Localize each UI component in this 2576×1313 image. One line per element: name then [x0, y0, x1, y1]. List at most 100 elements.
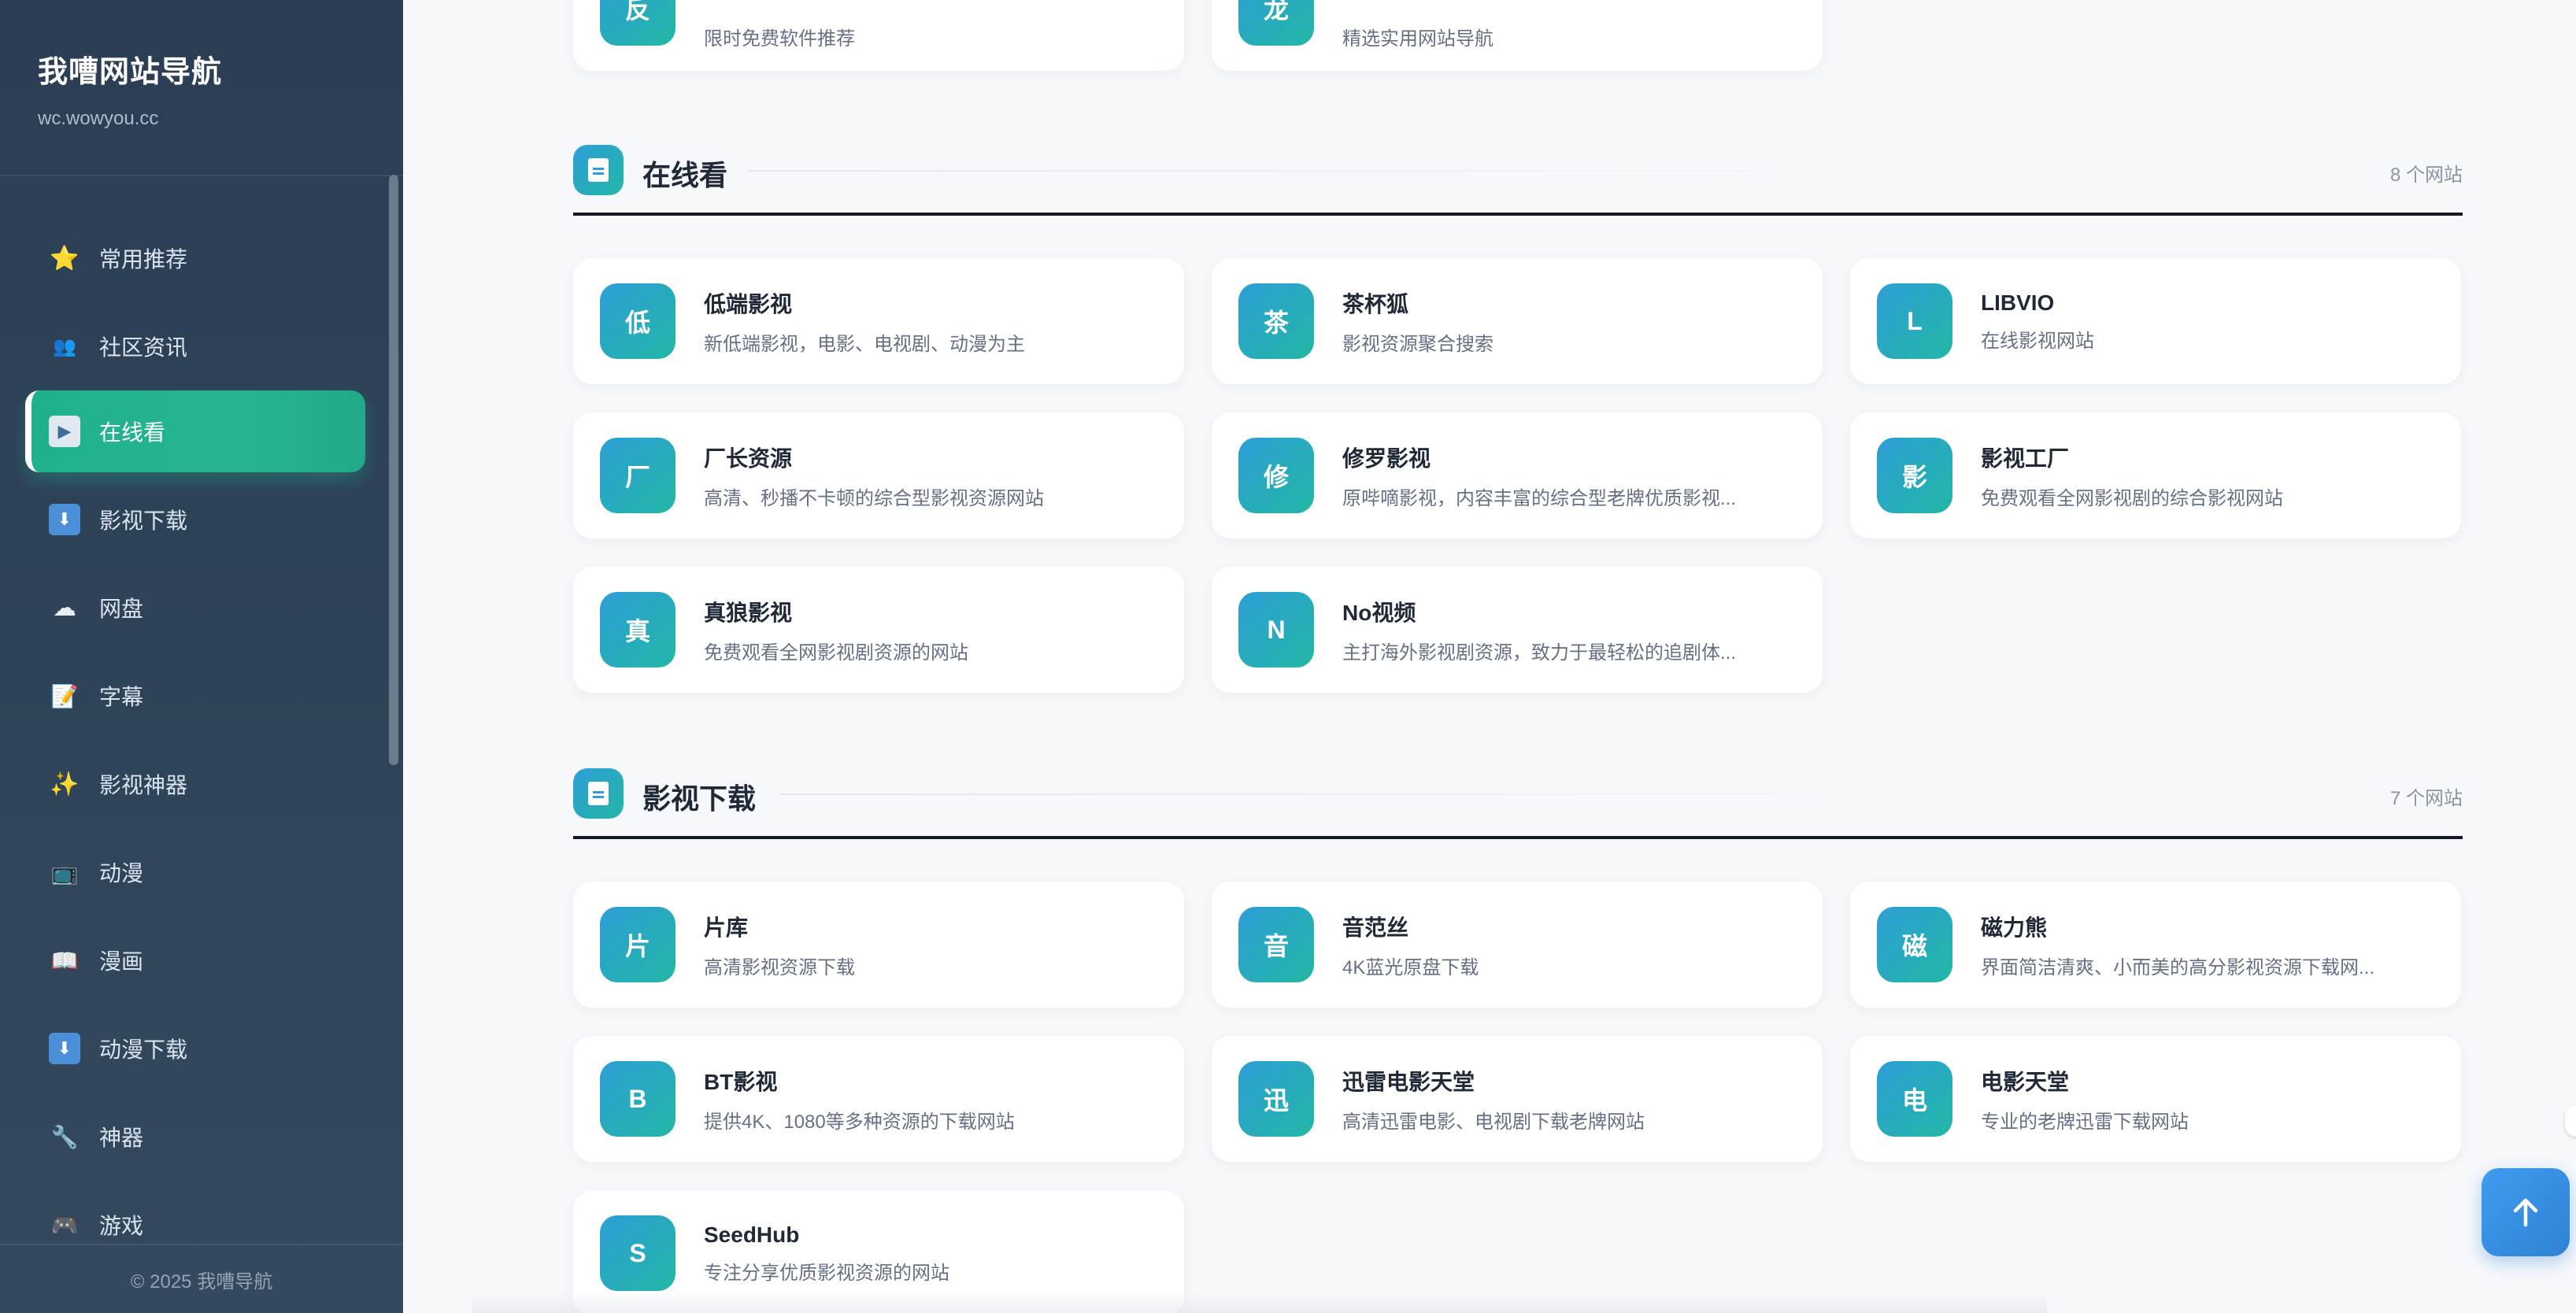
page-icon	[573, 768, 624, 819]
site-desc: 界面简洁清爽、小而美的高分影视资源下载网...	[1981, 956, 2375, 978]
scroll-fade	[472, 1291, 2047, 1313]
site-title: 迅雷电影天堂	[1342, 1069, 1475, 1094]
section-title: 影视下载	[642, 782, 757, 815]
back-to-top-button[interactable]	[2482, 1168, 2570, 1256]
site-card[interactable]: 磁 磁力熊 界面简洁清爽、小而美的高分影视资源下载网...	[1850, 882, 2461, 1008]
site-title: No视频	[1342, 600, 1416, 625]
sidebar: 我嘈网站导航 wc.wowyou.cc ⭐ 常用推荐 👥 社区资讯 ▶ 在线看 …	[0, 0, 403, 1313]
site-title: 修罗影视	[1342, 446, 1431, 471]
site-title[interactable]: 我嘈网站导航	[38, 47, 365, 91]
site-avatar: 片	[600, 907, 675, 982]
section-underline	[573, 213, 2463, 216]
gamepad-icon: 🎮	[50, 1212, 79, 1237]
site-desc: 免费观看全网影视剧的综合影视网站	[1981, 487, 2283, 509]
site-card[interactable]: 反 限时免费软件推荐	[573, 0, 1184, 71]
site-title: 影视工厂	[1981, 446, 2070, 471]
site-card[interactable]: 真 真狼影视 免费观看全网影视剧资源的网站	[573, 567, 1184, 693]
cloud-icon: ☁	[53, 594, 76, 621]
site-title: 厂长资源	[704, 446, 793, 471]
site-title: 低端影视	[704, 291, 793, 316]
site-card[interactable]: 茶 茶杯狐 影视资源聚合搜索	[1212, 258, 1823, 384]
site-card[interactable]: N No视频 主打海外影视剧资源，致力于最轻松的追剧体...	[1212, 567, 1823, 693]
site-title: 茶杯狐	[1342, 291, 1409, 316]
sidebar-item-label: 游戏	[99, 1214, 144, 1238]
sidebar-nav: ⭐ 常用推荐 👥 社区资讯 ▶ 在线看 ⬇ 影视下载 ☁ 网盘 📝 字幕 ✨ 影…	[0, 176, 403, 1244]
site-desc: 提供4K、1080等多种资源的下载网站	[704, 1111, 1015, 1133]
sidebar-item-subtitles[interactable]: 📝 字幕	[25, 655, 365, 737]
site-card[interactable]: 低 低端影视 新低端影视，电影、电视剧、动漫为主	[573, 258, 1184, 384]
site-desc: 4K蓝光原盘下载	[1342, 956, 1479, 978]
sidebar-item-community[interactable]: 👥 社区资讯	[25, 305, 365, 387]
site-avatar: 厂	[600, 438, 675, 513]
sidebar-item-comics[interactable]: 📖 漫画	[25, 919, 365, 1001]
section-count: 7 个网站	[2389, 788, 2463, 809]
site-desc: 高清影视资源下载	[704, 956, 855, 978]
tv-icon: 📺	[50, 860, 79, 885]
site-desc: 精选实用网站导航	[1342, 28, 1493, 50]
site-card[interactable]: B BT影视 提供4K、1080等多种资源的下载网站	[573, 1036, 1184, 1162]
site-card[interactable]: 电 电影天堂 专业的老牌迅雷下载网站	[1850, 1036, 2461, 1162]
site-title: 片库	[704, 915, 749, 940]
sidebar-item-anime[interactable]: 📺 动漫	[25, 831, 365, 913]
sidebar-item-games[interactable]: 🎮 游戏	[25, 1184, 365, 1244]
site-card[interactable]: 影 影视工厂免费观看全网影视剧的综合影视网站	[1850, 412, 2461, 538]
sparkles-icon: ✨	[50, 771, 80, 797]
download-icon: ⬇	[49, 1033, 80, 1064]
section-header-online-watch: 在线看 8 个网站	[573, 140, 2463, 203]
site-desc: 在线影视网站	[1981, 330, 2094, 352]
section-count: 8 个网站	[2389, 165, 2463, 186]
site-desc: 免费观看全网影视剧资源的网站	[704, 642, 968, 664]
site-card[interactable]: 音 音范丝 4K蓝光原盘下载	[1212, 882, 1823, 1008]
side-handle[interactable]	[2565, 1105, 2576, 1137]
site-desc: 限时免费软件推荐	[704, 28, 855, 50]
sidebar-footer: © 2025 我嘈导航	[0, 1244, 403, 1313]
sidebar-item-label: 常用推荐	[99, 247, 188, 272]
sidebar-item-movie-tools[interactable]: ✨ 影视神器	[25, 743, 365, 825]
site-desc: 新低端影视，电影、电视剧、动漫为主	[704, 333, 1025, 355]
site-desc: 高清、秒播不卡顿的综合型影视资源网站	[704, 487, 1044, 509]
sidebar-item-label: 在线看	[99, 420, 166, 445]
site-title: SeedHub	[704, 1222, 800, 1247]
sidebar-item-label: 字幕	[99, 685, 144, 709]
section-header-movie-download: 影视下载 7 个网站	[573, 764, 2463, 827]
sidebar-item-label: 动漫	[99, 861, 144, 886]
site-desc: 影视资源聚合搜索	[1342, 333, 1493, 355]
site-card[interactable]: 龙 精选实用网站导航	[1212, 0, 1823, 71]
site-title: 真狼影视	[704, 600, 793, 625]
site-card[interactable]: 修 修罗影视原哔嘀影视，内容丰富的综合型老牌优质影视...	[1212, 412, 1823, 538]
site-title: BT影视	[704, 1069, 778, 1094]
site-card[interactable]: 迅 迅雷电影天堂 高清迅雷电影、电视剧下载老牌网站	[1212, 1036, 1823, 1162]
site-avatar: L	[1877, 283, 1952, 359]
site-title: 磁力熊	[1981, 915, 2048, 940]
site-title: LIBVIO	[1981, 290, 2055, 315]
sidebar-item-netdisk[interactable]: ☁ 网盘	[25, 567, 365, 649]
site-avatar: S	[600, 1215, 675, 1291]
site-avatar: 修	[1238, 438, 1314, 513]
site-desc: 主打海外影视剧资源，致力于最轻松的追剧体...	[1342, 642, 1737, 664]
sidebar-item-movie-download[interactable]: ⬇ 影视下载	[25, 479, 365, 560]
people-icon: 👥	[53, 335, 76, 357]
sidebar-item-label: 网盘	[99, 597, 144, 621]
site-card[interactable]: 片 片库高清影视资源下载	[573, 882, 1184, 1008]
sidebar-item-recommend[interactable]: ⭐ 常用推荐	[25, 217, 365, 299]
sidebar-scrollbar[interactable]	[389, 175, 398, 765]
site-avatar: 电	[1877, 1061, 1952, 1137]
play-icon: ▶	[49, 416, 80, 447]
site-avatar: 影	[1877, 438, 1952, 513]
wrench-icon: 🔧	[50, 1124, 79, 1149]
site-title: 电影天堂	[1981, 1069, 2070, 1094]
site-card[interactable]: 厂 厂长资源高清、秒播不卡顿的综合型影视资源网站	[573, 412, 1184, 538]
sidebar-item-label: 社区资讯	[99, 335, 188, 360]
sidebar-item-tools[interactable]: 🔧 神器	[25, 1096, 365, 1178]
sidebar-item-label: 影视下载	[99, 509, 188, 533]
section-title: 在线看	[642, 159, 728, 191]
site-title: 音范丝	[1342, 915, 1409, 940]
sidebar-item-anime-download[interactable]: ⬇ 动漫下载	[25, 1008, 365, 1089]
download-icon: ⬇	[49, 504, 80, 535]
site-card[interactable]: L LIBVIO 在线影视网站	[1850, 258, 2461, 384]
site-avatar: 反	[600, 0, 675, 46]
site-desc: 原哔嘀影视，内容丰富的综合型老牌优质影视...	[1342, 487, 1737, 509]
memo-icon: 📝	[50, 683, 79, 708]
section-underline	[573, 836, 2463, 839]
sidebar-item-online-watch[interactable]: ▶ 在线看	[25, 390, 365, 472]
